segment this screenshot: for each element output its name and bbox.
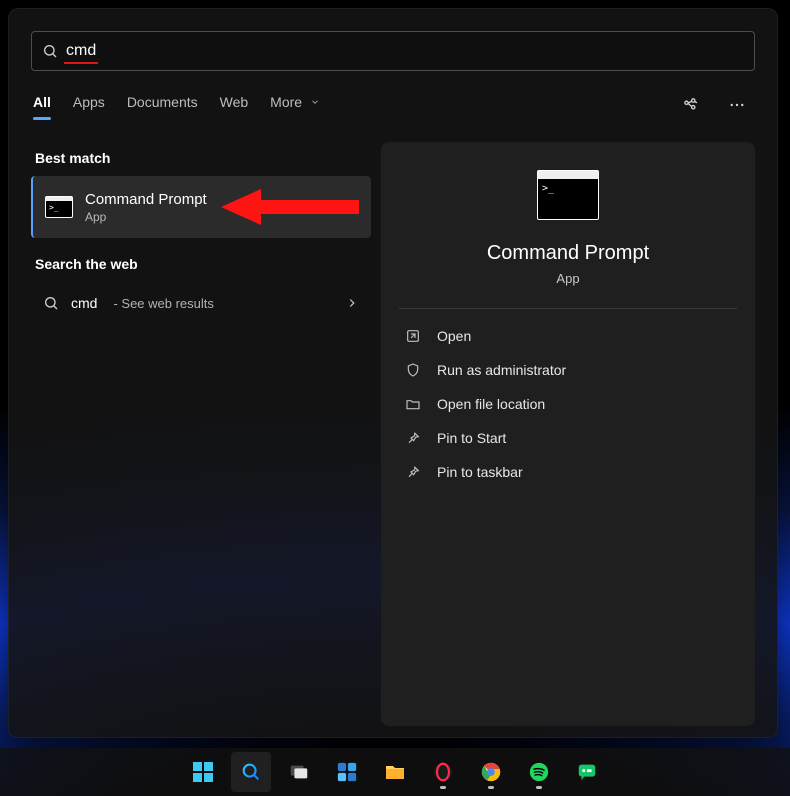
web-suffix: - See web results bbox=[113, 296, 213, 311]
action-label: Open file location bbox=[437, 396, 545, 412]
search-icon bbox=[43, 295, 59, 311]
action-pin-taskbar[interactable]: Pin to taskbar bbox=[399, 455, 737, 489]
preview-title: Command Prompt bbox=[487, 242, 649, 265]
taskbar-chat[interactable] bbox=[567, 752, 607, 792]
folder-icon bbox=[405, 396, 421, 412]
preview-subtitle: App bbox=[556, 271, 579, 286]
results-column: Best match >_ Command Prompt App Search … bbox=[31, 142, 371, 726]
taskbar-search[interactable] bbox=[231, 752, 271, 792]
taskbar bbox=[0, 748, 790, 796]
web-term: cmd bbox=[71, 295, 97, 311]
taskbar-widgets[interactable] bbox=[327, 752, 367, 792]
scope-tabs-row: All Apps Documents Web More bbox=[31, 89, 755, 130]
taskbar-spotify[interactable] bbox=[519, 752, 559, 792]
tab-documents[interactable]: Documents bbox=[127, 90, 198, 120]
action-label: Open bbox=[437, 328, 471, 344]
search-input[interactable] bbox=[66, 42, 744, 60]
more-options-button[interactable] bbox=[721, 89, 753, 121]
action-open-location[interactable]: Open file location bbox=[399, 387, 737, 421]
action-open[interactable]: Open bbox=[399, 319, 737, 353]
taskbar-opera-gx[interactable] bbox=[423, 752, 463, 792]
annotation-arrow bbox=[221, 187, 361, 227]
taskbar-start[interactable] bbox=[183, 752, 223, 792]
command-prompt-icon: >_ bbox=[537, 170, 599, 220]
best-match-result[interactable]: >_ Command Prompt App bbox=[31, 176, 371, 238]
action-label: Run as administrator bbox=[437, 362, 566, 378]
quick-actions-button[interactable] bbox=[675, 89, 707, 121]
search-web-header: Search the web bbox=[35, 256, 367, 272]
result-title: Command Prompt bbox=[85, 191, 207, 208]
action-run-admin[interactable]: Run as administrator bbox=[399, 353, 737, 387]
tab-web[interactable]: Web bbox=[220, 90, 249, 120]
tab-all[interactable]: All bbox=[33, 90, 51, 120]
tab-apps[interactable]: Apps bbox=[73, 90, 105, 120]
action-label: Pin to Start bbox=[437, 430, 506, 446]
scope-tabs: All Apps Documents Web More bbox=[33, 90, 320, 120]
best-match-header: Best match bbox=[35, 150, 367, 166]
pin-icon bbox=[405, 464, 421, 480]
pin-icon bbox=[405, 430, 421, 446]
chevron-right-icon bbox=[345, 296, 359, 310]
search-icon bbox=[42, 43, 58, 59]
taskbar-file-explorer[interactable] bbox=[375, 752, 415, 792]
result-subtitle: App bbox=[85, 210, 207, 224]
content-area: Best match >_ Command Prompt App Search … bbox=[31, 142, 755, 726]
taskbar-taskview[interactable] bbox=[279, 752, 319, 792]
tab-more[interactable]: More bbox=[270, 90, 320, 120]
preview-pane: >_ Command Prompt App Open Run as adm bbox=[381, 142, 755, 726]
open-icon bbox=[405, 328, 421, 344]
divider bbox=[399, 308, 737, 309]
spellcheck-underline bbox=[64, 62, 98, 64]
action-pin-start[interactable]: Pin to Start bbox=[399, 421, 737, 455]
chevron-down-icon bbox=[310, 94, 320, 110]
action-label: Pin to taskbar bbox=[437, 464, 523, 480]
command-prompt-icon: >_ bbox=[45, 196, 73, 218]
search-box[interactable] bbox=[31, 31, 755, 71]
shield-icon bbox=[405, 362, 421, 378]
search-flyout: All Apps Documents Web More bbox=[8, 8, 778, 738]
web-result[interactable]: cmd - See web results bbox=[31, 282, 371, 324]
taskbar-chrome[interactable] bbox=[471, 752, 511, 792]
